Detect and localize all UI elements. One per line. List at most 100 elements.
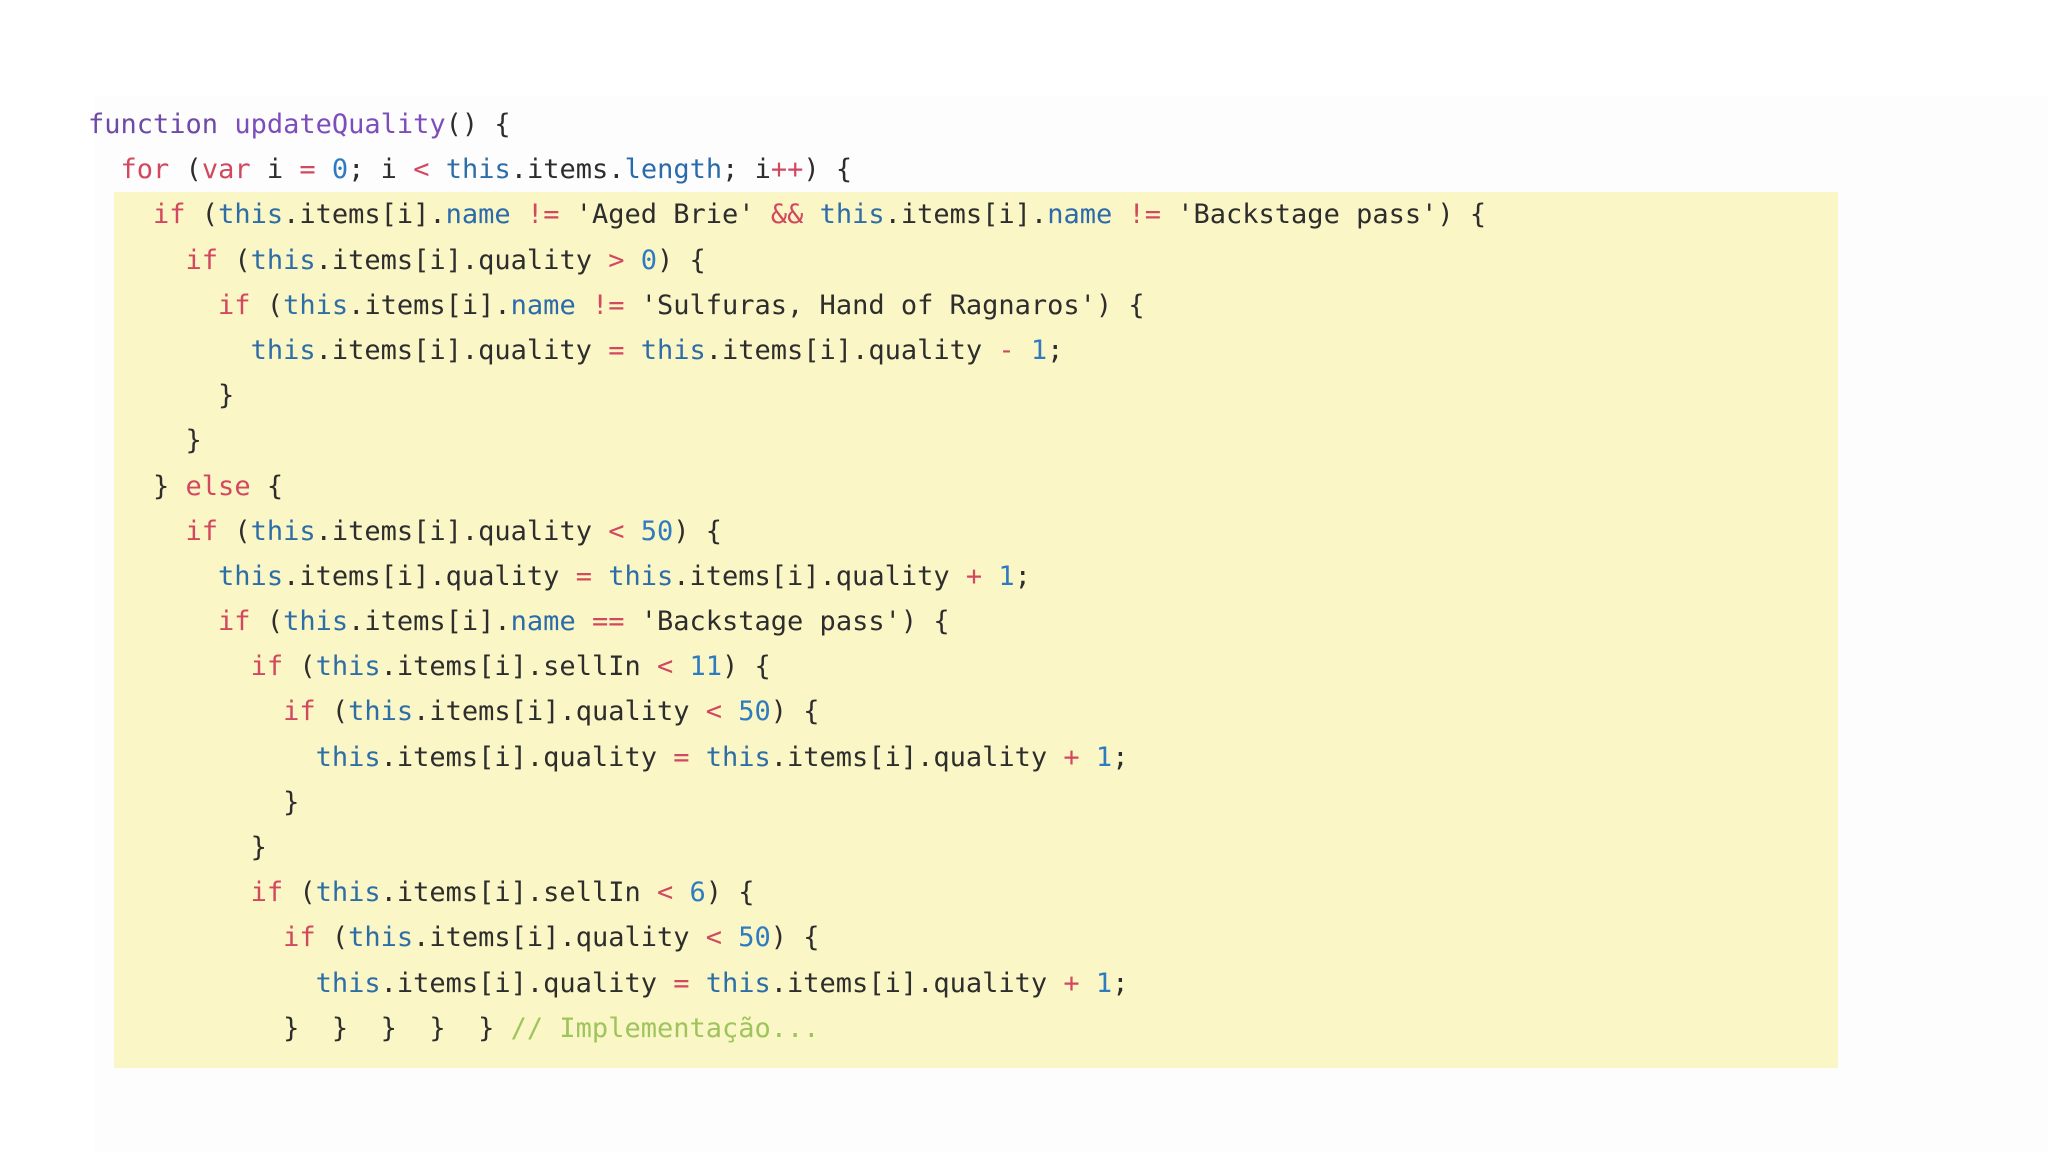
code-token-op: + xyxy=(965,560,983,592)
code-token-punc: } xyxy=(283,786,300,818)
code-token-this: this xyxy=(283,606,349,638)
code-line: for (var i = 0; i < this.items.length; i… xyxy=(88,147,1486,192)
code-token-this: this xyxy=(283,289,349,321)
code-token-punc: .items[i].quality xyxy=(413,696,706,728)
code-token-punc: ( xyxy=(315,696,349,728)
code-token-punc: ; xyxy=(1047,334,1064,366)
code-token-kw: if xyxy=(250,651,284,683)
code-token-punc: ) { xyxy=(657,244,706,276)
code-token-punc: .items[i].quality xyxy=(413,922,706,954)
code-token-op: ++ xyxy=(770,154,804,186)
code-line: this.items[i].quality = this.items[i].qu… xyxy=(88,328,1486,373)
code-token-this: this xyxy=(348,922,414,954)
code-line: this.items[i].quality = this.items[i].qu… xyxy=(88,554,1486,599)
code-token-op: < xyxy=(656,877,674,909)
code-line: if (this.items[i].sellIn < 6) { xyxy=(88,870,1486,915)
code-token-num: 0 xyxy=(331,154,349,186)
code-token-op: && xyxy=(770,199,804,231)
code-token-punc: ) { xyxy=(770,922,820,954)
code-token-punc: ) { xyxy=(1095,289,1145,321)
code-token-fn: updateQuality xyxy=(234,109,446,140)
code-token-cmt: // Implementação... xyxy=(510,1012,820,1044)
code-line: } xyxy=(88,825,1486,870)
code-token-this: this xyxy=(250,515,316,547)
code-token-op: == xyxy=(591,606,625,638)
code-token-punc: ( xyxy=(169,154,202,186)
code-token-punc: } xyxy=(185,425,202,457)
code-token-this: this xyxy=(315,651,381,683)
code-token-punc: .items. xyxy=(510,154,625,186)
code-token-this: this xyxy=(250,244,316,276)
code-token-punc: ; i xyxy=(348,154,414,186)
code-line: if (this.items[i].quality > 0) { xyxy=(88,238,1486,283)
code-token-punc: ) { xyxy=(803,154,853,186)
code-token-punc: .items[i].quality xyxy=(315,244,609,276)
code-token-punc: .items[i]. xyxy=(283,199,446,231)
code-token-punc: ( xyxy=(185,199,219,231)
code-token-punc: .items[i].quality xyxy=(705,334,999,366)
code-token-this: this xyxy=(315,741,381,773)
code-token-op: - xyxy=(998,334,1015,366)
code-token-punc: () { xyxy=(445,109,511,140)
code-token-op: != xyxy=(1128,199,1161,231)
code-line: if (this.items[i].quality < 50) { xyxy=(88,689,1486,734)
code-line: if (this.items[i].name != 'Aged Brie' &&… xyxy=(88,192,1486,237)
code-token-this: this xyxy=(315,877,381,909)
code-token-punc: .items[i].quality xyxy=(770,741,1064,773)
code-line: if (this.items[i].quality < 50) { xyxy=(88,509,1486,554)
code-token-op: > xyxy=(608,244,625,276)
code-token-num: 1 xyxy=(998,560,1015,592)
code-token-kw: if xyxy=(185,244,219,276)
code-token-fn-kw: function xyxy=(88,109,219,140)
code-line: if (this.items[i].name != 'Sulfuras, Han… xyxy=(88,283,1486,328)
code-line: } } } } } // Implementação... xyxy=(88,1006,1486,1051)
code-token-op: < xyxy=(608,515,625,547)
code-token-punc: ) { xyxy=(770,696,820,728)
code-token-punc: } } } } } xyxy=(283,1012,511,1044)
code-token-punc: .items[i].quality xyxy=(380,967,674,999)
code-token-punc: .items[i].quality xyxy=(315,334,609,366)
code-line: } xyxy=(88,780,1486,825)
code-token-punc: } xyxy=(250,832,267,863)
code-line: if (this.items[i].quality < 50) { xyxy=(88,915,1486,960)
code-line: } xyxy=(88,418,1486,463)
code-token-num: 50 xyxy=(738,922,771,954)
code-token-kw: if xyxy=(218,289,251,321)
code-token-op: != xyxy=(526,199,560,231)
code-line: } xyxy=(88,373,1486,418)
code-token-num: 6 xyxy=(689,877,706,909)
code-token-this: this xyxy=(608,560,674,592)
code-token-this: this xyxy=(218,560,284,592)
code-line: } else { xyxy=(88,464,1486,509)
code-token-punc: .items[i].quality xyxy=(315,515,609,547)
code-token-punc: ( xyxy=(250,289,284,321)
code-token-kw: if xyxy=(218,606,251,638)
code-token-punc: ( xyxy=(315,922,349,954)
code-token-str: 'Aged Brie' xyxy=(575,199,755,231)
